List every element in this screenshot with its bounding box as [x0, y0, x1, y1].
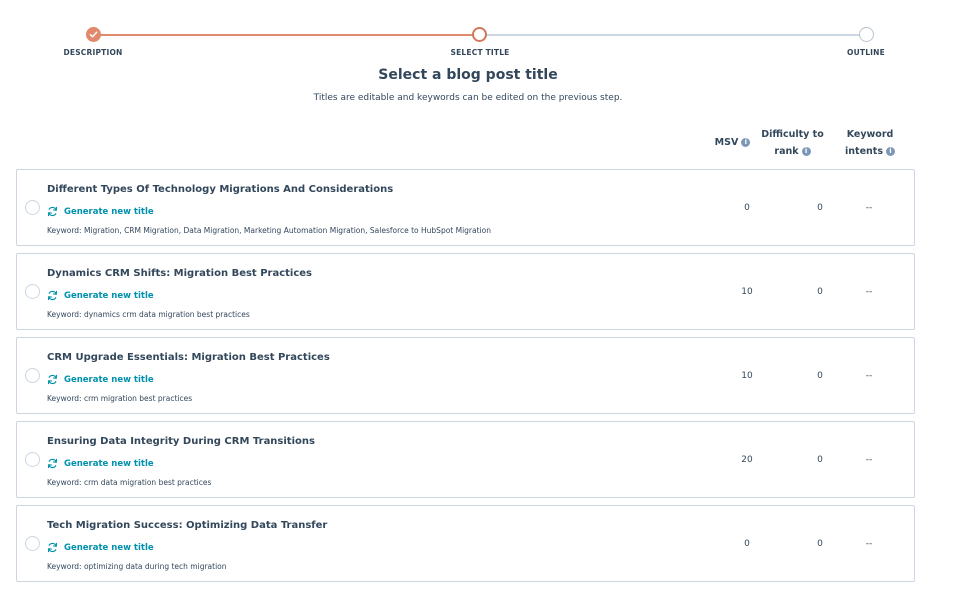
- step-description-check-icon[interactable]: [86, 27, 101, 42]
- column-header-keyword-intents: Keyword intents i: [836, 126, 904, 160]
- keyword-intents-value: --: [865, 539, 873, 549]
- step-label-select-title: SELECT TITLE: [450, 48, 510, 57]
- column-header-difficulty: Difficulty to rank i: [755, 126, 830, 160]
- stepper-line-pending: [479, 34, 867, 36]
- title-radio-button[interactable]: [25, 452, 40, 467]
- keyword-intents-value: --: [865, 455, 873, 465]
- title-option-card[interactable]: Dynamics CRM Shifts: Migration Best Prac…: [16, 253, 915, 330]
- title-option-card[interactable]: CRM Upgrade Essentials: Migration Best P…: [16, 337, 915, 414]
- page-subtitle: Titles are editable and keywords can be …: [313, 93, 623, 103]
- refresh-icon: [47, 458, 58, 469]
- stepper-line-complete: [93, 34, 479, 36]
- generate-new-title-label: Generate new title: [64, 542, 154, 553]
- generate-new-title-label: Generate new title: [64, 458, 154, 469]
- info-icon[interactable]: i: [885, 147, 895, 156]
- column-header-intents-line1: Keyword: [846, 129, 894, 140]
- msv-value: 10: [741, 287, 753, 297]
- keyword-intents-value: --: [865, 371, 873, 381]
- refresh-icon: [47, 290, 58, 301]
- keyword-text: Keyword: Migration, CRM Migration, Data …: [47, 226, 491, 235]
- generate-new-title-button[interactable]: Generate new title: [47, 374, 154, 385]
- title-option-card[interactable]: Ensuring Data Integrity During CRM Trans…: [16, 421, 915, 498]
- progress-stepper: DESCRIPTION SELECT TITLE OUTLINE: [0, 26, 956, 66]
- generate-new-title-label: Generate new title: [64, 206, 154, 217]
- generate-new-title-button[interactable]: Generate new title: [47, 290, 154, 301]
- title-text[interactable]: Dynamics CRM Shifts: Migration Best Prac…: [47, 268, 312, 279]
- title-radio-button[interactable]: [25, 536, 40, 551]
- title-text[interactable]: CRM Upgrade Essentials: Migration Best P…: [47, 352, 330, 363]
- keyword-text: Keyword: crm migration best practices: [47, 394, 193, 403]
- select-title-page: DESCRIPTION SELECT TITLE OUTLINE Select …: [0, 0, 956, 600]
- step-label-description: DESCRIPTION: [63, 48, 123, 57]
- title-radio-button[interactable]: [25, 368, 40, 383]
- generate-new-title-label: Generate new title: [64, 374, 154, 385]
- msv-value: 0: [744, 539, 750, 549]
- keyword-text: Keyword: dynamics crm data migration bes…: [47, 310, 250, 319]
- keyword-text: Keyword: optimizing data during tech mig…: [47, 562, 227, 571]
- page-title: Select a blog post title: [378, 67, 558, 83]
- generate-new-title-button[interactable]: Generate new title: [47, 542, 154, 553]
- column-header-intents-line2: intents: [845, 146, 883, 157]
- keyword-text: Keyword: crm data migration best practic…: [47, 478, 212, 487]
- refresh-icon: [47, 542, 58, 553]
- generate-new-title-button[interactable]: Generate new title: [47, 206, 154, 217]
- title-text[interactable]: Different Types Of Technology Migrations…: [47, 184, 393, 195]
- column-header-msv: MSV i: [705, 134, 760, 151]
- info-icon[interactable]: i: [741, 138, 751, 147]
- title-option-card[interactable]: Different Types Of Technology Migrations…: [16, 169, 915, 246]
- msv-value: 10: [741, 371, 753, 381]
- step-outline-dot: [859, 27, 874, 42]
- title-radio-button[interactable]: [25, 200, 40, 215]
- step-label-outline: OUTLINE: [847, 48, 885, 57]
- keyword-intents-value: --: [865, 287, 873, 297]
- column-header-difficulty-line2: rank: [774, 146, 799, 157]
- column-header-difficulty-line1: Difficulty to: [761, 129, 824, 140]
- column-header-msv-label: MSV: [714, 137, 739, 148]
- refresh-icon: [47, 374, 58, 385]
- info-icon[interactable]: i: [801, 147, 811, 156]
- refresh-icon: [47, 206, 58, 217]
- generate-new-title-button[interactable]: Generate new title: [47, 458, 154, 469]
- keyword-intents-value: --: [865, 203, 873, 213]
- title-text[interactable]: Tech Migration Success: Optimizing Data …: [47, 520, 327, 531]
- title-text[interactable]: Ensuring Data Integrity During CRM Trans…: [47, 436, 315, 447]
- title-radio-button[interactable]: [25, 284, 40, 299]
- step-select-title-dot: [472, 27, 487, 42]
- msv-value: 0: [744, 203, 750, 213]
- generate-new-title-label: Generate new title: [64, 290, 154, 301]
- title-option-card[interactable]: Tech Migration Success: Optimizing Data …: [16, 505, 915, 582]
- msv-value: 20: [741, 455, 753, 465]
